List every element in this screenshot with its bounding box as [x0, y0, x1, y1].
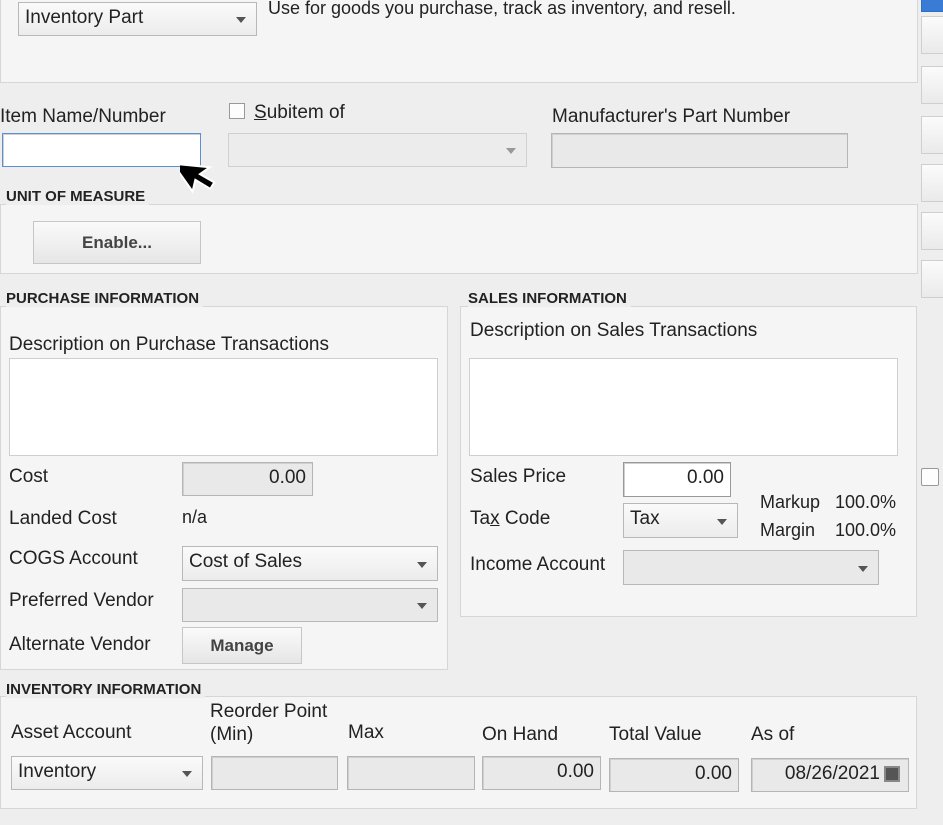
subitem-checkbox[interactable]: [229, 103, 245, 119]
item-name-label: Item Name/Number: [0, 106, 166, 127]
mouse-pointer-icon: [180, 162, 216, 194]
total-value-label: Total Value: [609, 724, 702, 745]
item-type-dropdown[interactable]: Inventory Part: [18, 2, 257, 36]
landed-cost-label: Landed Cost: [9, 508, 117, 529]
cost-input[interactable]: 0.00: [182, 462, 313, 496]
purchase-description-input[interactable]: [9, 358, 438, 456]
inventory-info-panel: [0, 696, 917, 809]
purchase-description-label: Description on Purchase Transactions: [9, 334, 329, 355]
on-hand-input[interactable]: 0.00: [482, 756, 601, 790]
income-account-dropdown[interactable]: [623, 550, 879, 585]
side-button-ok[interactable]: [921, 0, 943, 12]
side-checkbox[interactable]: [921, 468, 939, 486]
chevron-down-icon: [417, 561, 427, 568]
margin-value: 100.0%: [835, 520, 897, 540]
cost-label: Cost: [9, 466, 49, 487]
calendar-icon[interactable]: [884, 766, 900, 782]
preferred-vendor-label: Preferred Vendor: [9, 590, 154, 611]
side-button-extra[interactable]: [921, 260, 943, 298]
side-button-next[interactable]: [921, 66, 943, 104]
subitem-label: Subitem of: [254, 102, 345, 124]
margin-label: Margin: [760, 520, 816, 540]
sales-description-label: Description on Sales Transactions: [470, 320, 758, 341]
total-value-input[interactable]: 0.00: [609, 758, 739, 792]
as-of-date-value: 08/26/2021: [784, 763, 880, 784]
chevron-down-icon: [417, 603, 427, 609]
max-label: Max: [348, 722, 384, 743]
max-input[interactable]: [347, 756, 475, 790]
subitem-dropdown: [228, 133, 527, 167]
on-hand-label: On Hand: [482, 724, 559, 745]
item-name-input[interactable]: [2, 133, 201, 167]
inventory-info-heading: INVENTORY INFORMATION: [6, 681, 206, 698]
reorder-point-label-line2: (Min): [210, 724, 254, 745]
chevron-down-icon: [506, 148, 516, 154]
markup-label: Markup: [760, 492, 821, 512]
preferred-vendor-dropdown[interactable]: [182, 588, 438, 622]
chevron-down-icon: [858, 565, 868, 572]
subitem-label-rest: ubitem of: [266, 102, 345, 123]
manufacturer-part-input[interactable]: [551, 133, 848, 168]
sales-info-heading: SALES INFORMATION: [468, 290, 631, 307]
cogs-account-value: Cost of Sales: [189, 551, 302, 572]
as-of-label: As of: [751, 724, 795, 745]
income-account-label: Income Account: [470, 554, 606, 575]
reorder-point-input[interactable]: [211, 756, 338, 790]
manufacturer-part-label: Manufacturer's Part Number: [552, 106, 791, 127]
reorder-point-label-line1: Reorder Point: [210, 701, 328, 722]
side-button-custom-fields[interactable]: [921, 164, 943, 202]
alternate-vendor-label: Alternate Vendor: [9, 634, 151, 655]
cogs-account-label: COGS Account: [9, 548, 138, 569]
purchase-info-heading: PURCHASE INFORMATION: [6, 290, 204, 307]
chevron-down-icon: [717, 518, 727, 525]
unit-of-measure-heading: UNIT OF MEASURE: [6, 188, 150, 205]
asset-account-label: Asset Account: [11, 722, 132, 743]
tax-code-value: Tax: [630, 508, 660, 529]
tax-code-label: Tax Code: [470, 508, 550, 530]
tax-code-label-underline: x: [490, 508, 500, 529]
sales-price-input[interactable]: 0.00: [623, 462, 731, 497]
side-button-cancel[interactable]: [921, 16, 943, 54]
asset-account-dropdown[interactable]: Inventory: [11, 756, 203, 790]
chevron-down-icon: [236, 17, 246, 23]
tax-code-label-post: Code: [499, 508, 551, 529]
side-button-spelling[interactable]: [921, 212, 943, 250]
sales-price-label: Sales Price: [470, 466, 567, 487]
manage-button[interactable]: Manage: [182, 627, 302, 664]
asset-account-value: Inventory: [18, 761, 97, 782]
item-type-value: Inventory Part: [25, 7, 144, 28]
tax-code-dropdown[interactable]: Tax: [623, 503, 738, 538]
landed-cost-value: n/a: [182, 507, 208, 527]
chevron-down-icon: [182, 771, 192, 777]
enable-button[interactable]: Enable...: [33, 221, 201, 264]
tax-code-label-pre: Ta: [470, 508, 491, 529]
sales-description-input[interactable]: [469, 358, 898, 456]
item-type-description: Use for goods you purchase, track as inv…: [268, 0, 736, 18]
cogs-account-dropdown[interactable]: Cost of Sales: [182, 546, 438, 581]
markup-value: 100.0%: [835, 492, 897, 512]
side-button-notes[interactable]: [921, 116, 943, 154]
subitem-label-underline: S: [254, 102, 267, 123]
